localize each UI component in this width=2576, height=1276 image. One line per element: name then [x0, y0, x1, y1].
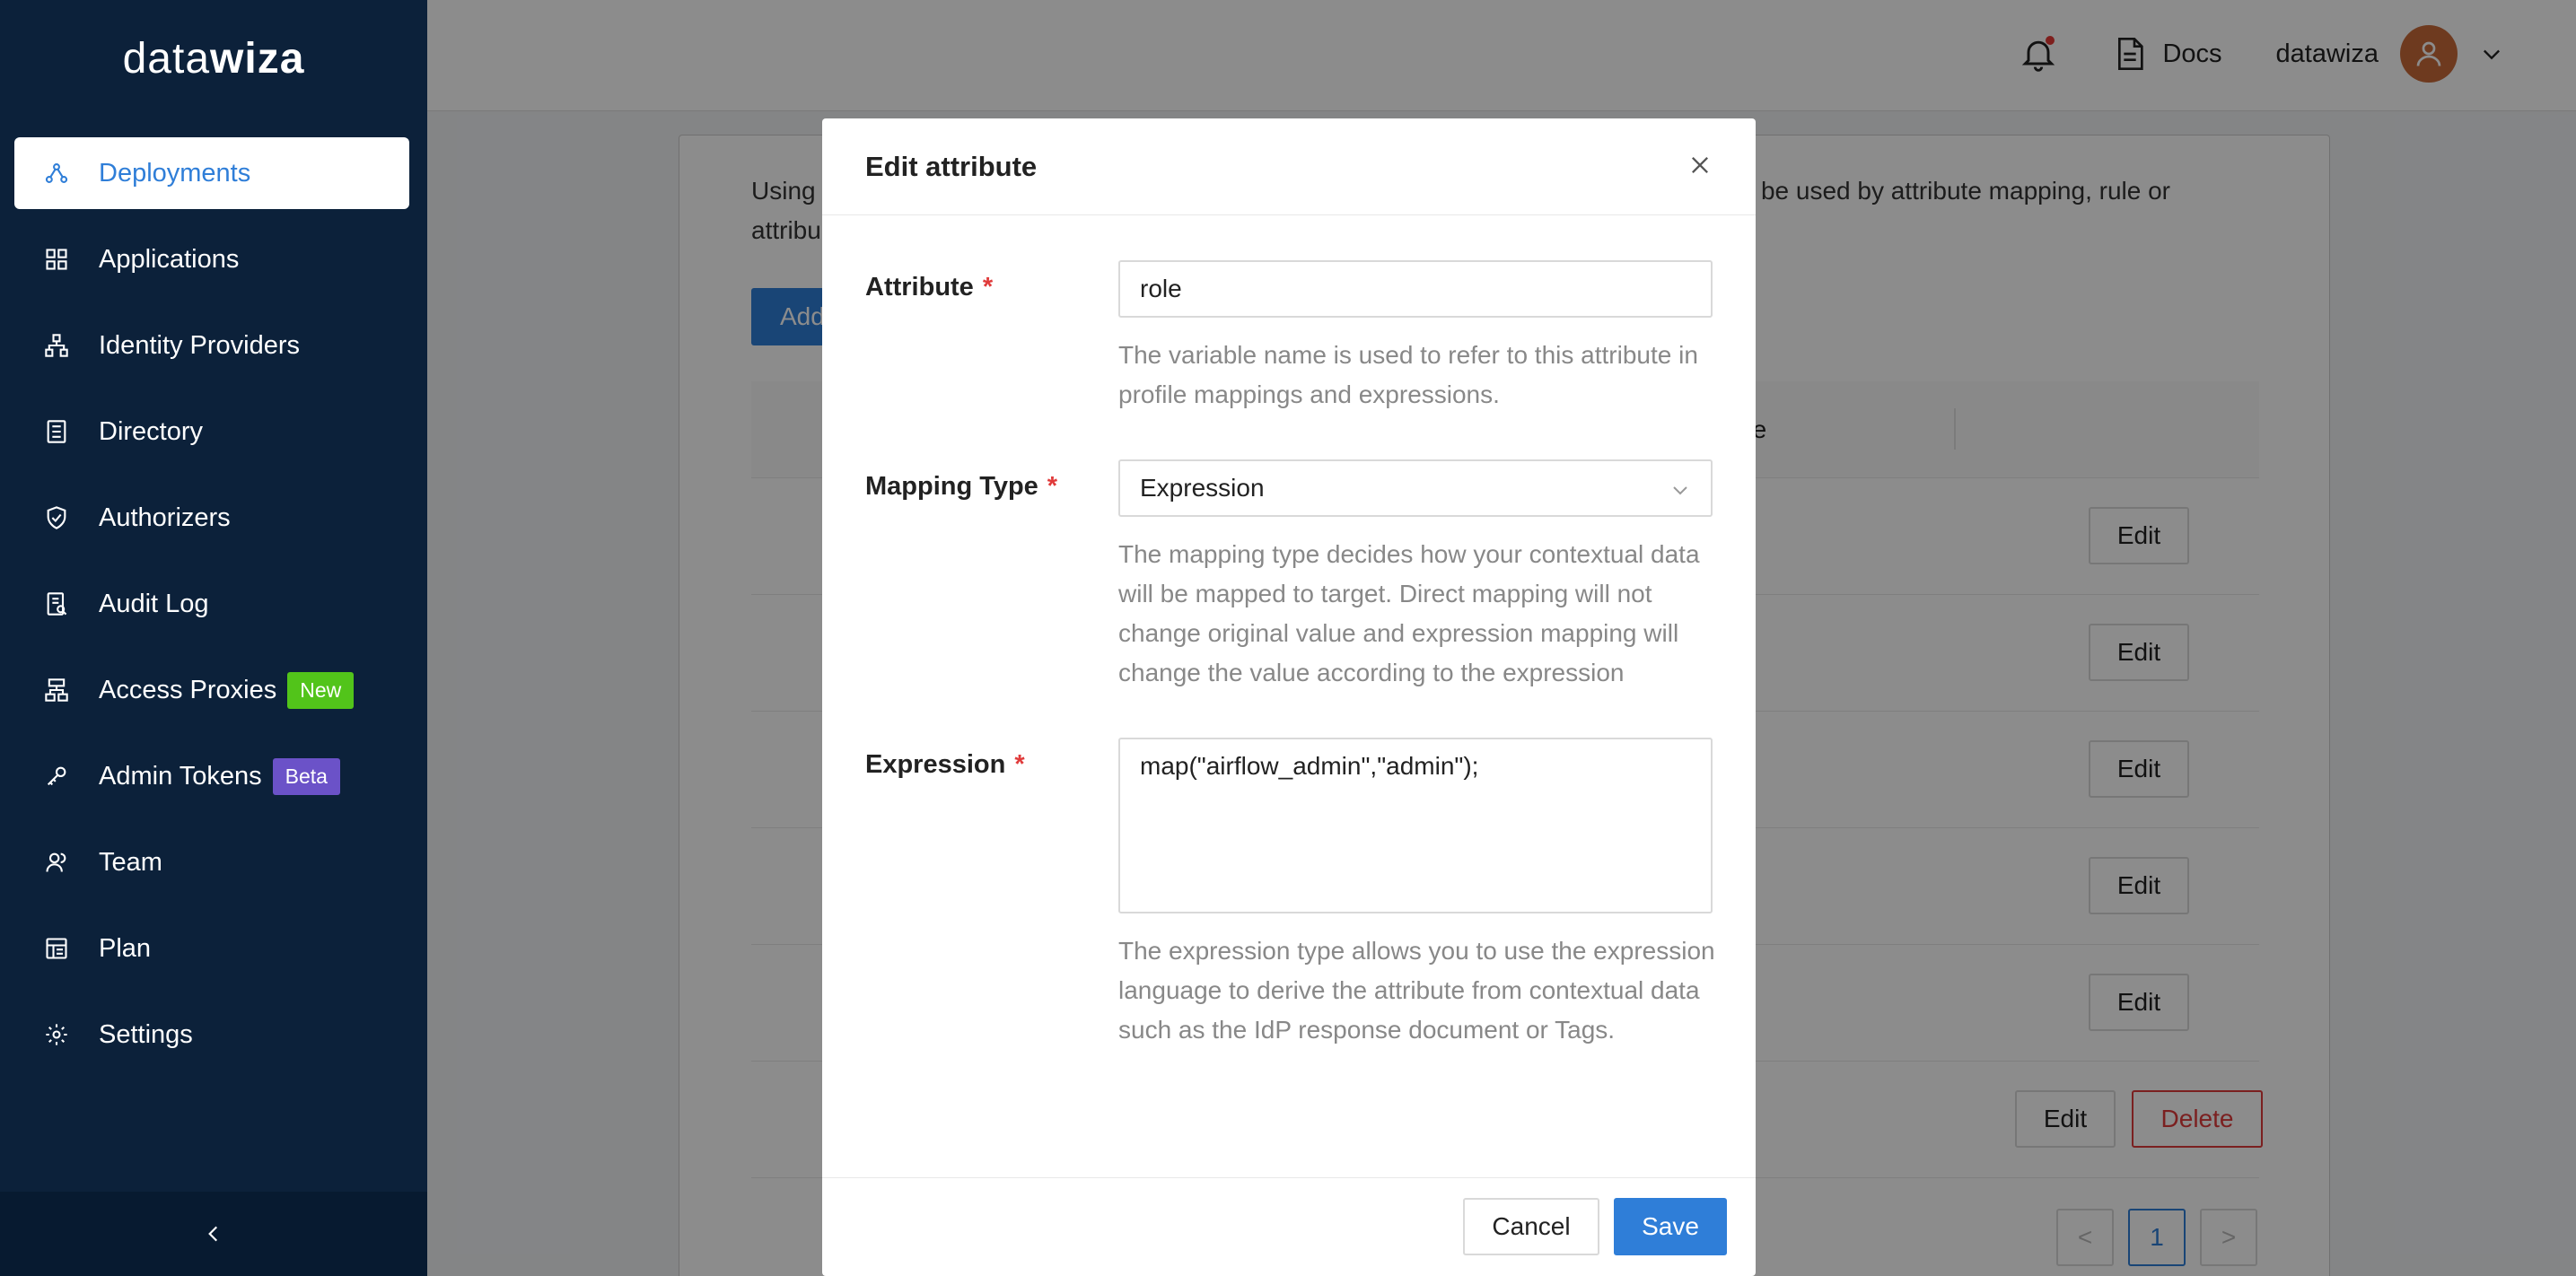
shield-icon: [41, 503, 72, 533]
audit-log-icon: [41, 589, 72, 619]
sidebar-item-access-proxies[interactable]: Access Proxies New: [14, 654, 409, 726]
sidebar-item-label: Deployments: [99, 158, 251, 188]
collapse-sidebar-button[interactable]: [0, 1192, 427, 1276]
modal-footer: Cancel Save: [822, 1177, 1756, 1276]
team-icon: [41, 847, 72, 878]
sidebar-item-applications[interactable]: Applications: [14, 223, 409, 295]
sidebar-item-label: Authorizers: [99, 503, 231, 532]
gear-icon: [41, 1019, 72, 1050]
sidebar-nav: Deployments Applications Identity Provid…: [14, 137, 409, 1085]
sidebar-item-admin-tokens[interactable]: Admin Tokens Beta: [14, 740, 409, 812]
sidebar-item-directory[interactable]: Directory: [14, 396, 409, 468]
network-icon: [41, 330, 72, 361]
cancel-button[interactable]: Cancel: [1463, 1198, 1599, 1255]
expression-label: Expression *: [865, 750, 1025, 779]
sidebar-item-team[interactable]: Team: [14, 826, 409, 898]
expression-textarea[interactable]: map("airflow_admin","admin");: [1118, 738, 1713, 913]
sidebar-item-label: Directory: [99, 416, 204, 446]
attribute-help: The variable name is used to refer to th…: [1118, 341, 1698, 408]
sidebar-item-label: Applications: [99, 244, 240, 274]
plan-icon: [41, 933, 72, 964]
chevron-left-icon: [208, 1226, 218, 1242]
sidebar-item-plan[interactable]: Plan: [14, 913, 409, 984]
sidebar-item-label: Team: [99, 847, 162, 877]
attribute-label: Attribute *: [865, 273, 994, 302]
sidebar-item-label: Settings: [99, 1019, 193, 1049]
sidebar-item-settings[interactable]: Settings: [14, 999, 409, 1071]
expression-help: The expression type allows you to use th…: [1118, 937, 1715, 1044]
sidebar-item-label: Identity Providers: [99, 330, 301, 360]
sidebar-item-label: Plan: [99, 933, 152, 963]
mapping-type-label: Mapping Type *: [865, 472, 1058, 501]
sidebar-item-label: Access Proxies: [99, 675, 277, 704]
directory-icon: [41, 416, 72, 447]
edit-attribute-modal: Edit attribute Attribute * role The varia…: [822, 118, 1756, 1276]
save-button[interactable]: Save: [1614, 1198, 1727, 1255]
close-icon: [1692, 157, 1708, 173]
sidebar-item-authorizers[interactable]: Authorizers: [14, 482, 409, 554]
deployments-icon: [41, 158, 72, 188]
sidebar-item-label: Audit Log: [99, 589, 209, 618]
grid-icon: [41, 244, 72, 275]
new-badge: New: [287, 671, 355, 709]
modal-header: Edit attribute: [822, 118, 1756, 215]
proxy-icon: [41, 675, 72, 705]
sidebar-item-label: Admin Tokens: [99, 761, 262, 791]
sidebar-item-deployments[interactable]: Deployments: [14, 137, 409, 209]
logo: datawiza: [122, 35, 305, 83]
beta-badge: Beta: [272, 757, 340, 795]
modal-title: Edit attribute: [865, 151, 1038, 182]
close-button[interactable]: [1680, 145, 1720, 185]
sidebar-item-audit-log[interactable]: Audit Log: [14, 568, 409, 640]
attribute-input[interactable]: role: [1118, 260, 1713, 318]
sidebar: datawiza Deployments Applications Identi…: [0, 0, 427, 1276]
chevron-down-icon: [1673, 486, 1687, 495]
mapping-type-select[interactable]: Expression: [1118, 459, 1713, 517]
sidebar-item-identity-providers[interactable]: Identity Providers: [14, 310, 409, 381]
mapping-type-help: The mapping type decides how your contex…: [1118, 540, 1700, 686]
token-icon: [41, 761, 72, 791]
